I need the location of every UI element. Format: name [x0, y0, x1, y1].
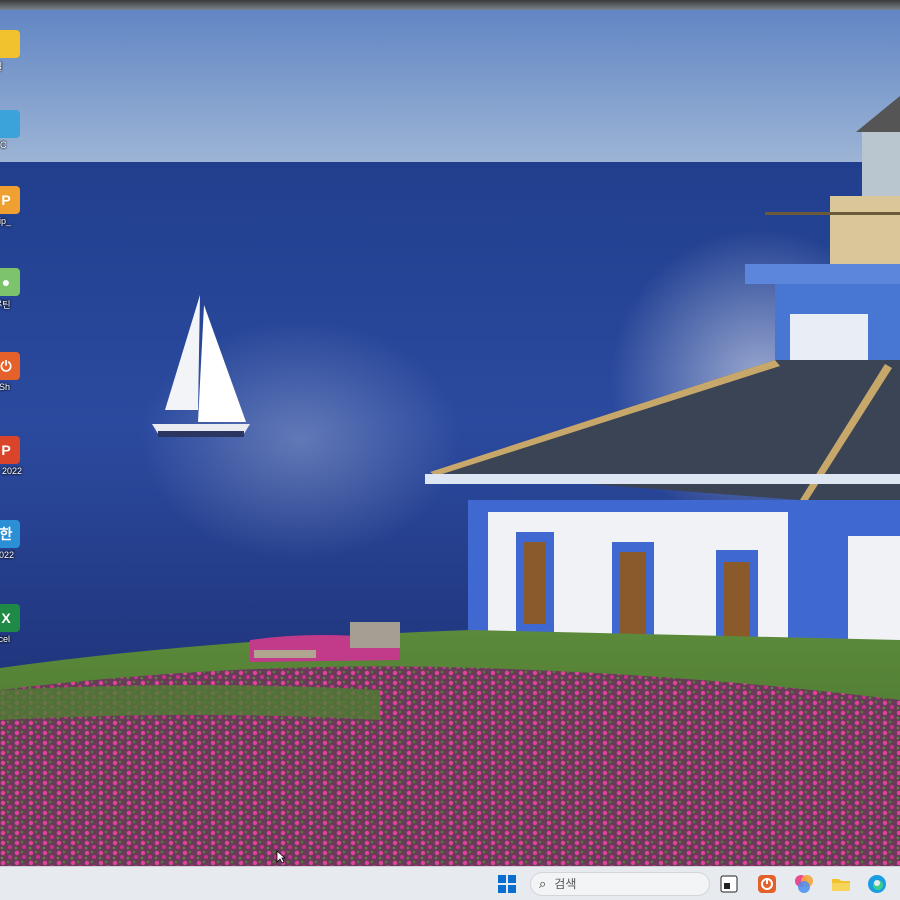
desktop-icon-label: 루틴	[0, 300, 11, 310]
desktop-icon-label: PC	[0, 140, 7, 150]
desktop-icon-label: xcel	[0, 634, 11, 644]
taskbar: ⌕	[0, 866, 900, 900]
desktop-icon-app1[interactable]: P hip_	[0, 186, 34, 246]
desktop-icon-app2[interactable]: ● 루틴	[0, 268, 34, 328]
desktop-icon-label: F 2022	[0, 466, 23, 476]
edge-icon[interactable]	[866, 873, 888, 895]
desktop-icon-label: oSh	[0, 382, 11, 392]
record-icon[interactable]	[756, 873, 778, 895]
start-icon[interactable]	[496, 873, 518, 895]
desktop-icon-label: 릴	[0, 60, 34, 73]
wallpaper	[0, 0, 900, 866]
search-box[interactable]: ⌕	[530, 872, 710, 896]
file-explorer-icon[interactable]	[830, 873, 852, 895]
excel-icon: X	[0, 604, 20, 632]
power-app-icon: ⏻	[0, 352, 20, 380]
desktop-icon-pc[interactable]: PC	[0, 110, 34, 170]
app-icon: P	[0, 186, 20, 214]
hangul-icon: 한	[0, 520, 20, 548]
pdf-icon: P	[0, 436, 20, 464]
desktop-icon-hangul[interactable]: 한 2022	[0, 520, 34, 580]
desktop-icon-pdf[interactable]: P F 2022	[0, 436, 34, 496]
desktop-icon-excel[interactable]: X xcel	[0, 604, 34, 664]
desktop-icon-label: 2022	[0, 550, 15, 560]
desktop-screen: 릴 PC P hip_ ● 루틴 ⏻ oSh P F 2022 한 2022 X…	[0, 0, 900, 900]
app-icon: ●	[0, 268, 20, 296]
desktop-icon-recycle[interactable]: 릴	[0, 30, 34, 90]
desktop-icon-label: hip_	[0, 216, 12, 226]
mouse-cursor-icon	[276, 850, 286, 864]
search-icon: ⌕	[539, 876, 547, 891]
screen-bezel	[0, 0, 900, 10]
search-input[interactable]	[552, 876, 693, 892]
monitor-icon	[0, 110, 20, 138]
folder-icon	[0, 30, 20, 58]
desktop-icon-apowershow[interactable]: ⏻ oSh	[0, 352, 34, 412]
copilot-icon[interactable]	[793, 873, 815, 895]
app-icon[interactable]	[718, 873, 740, 895]
